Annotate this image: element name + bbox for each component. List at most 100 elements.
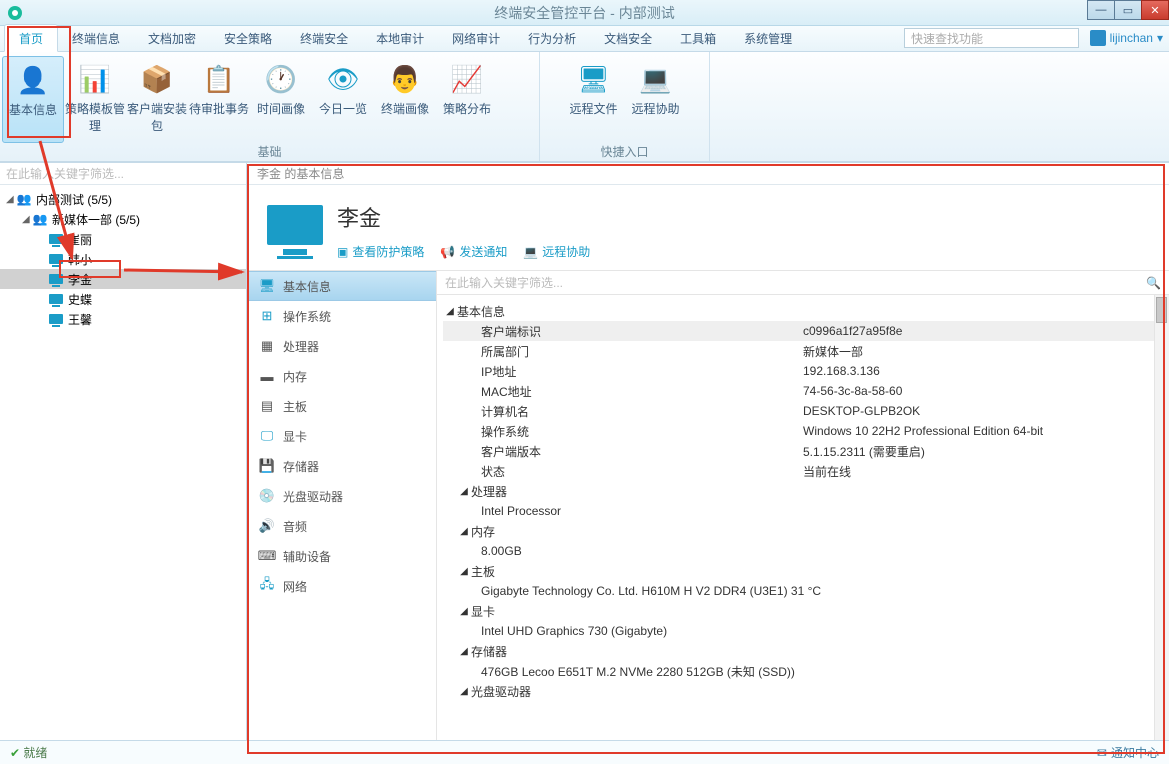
info-value: 476GB Lecoo E651T M.2 NVMe 2280 512GB (未… bbox=[443, 661, 1157, 681]
subject-name: 李金 bbox=[337, 201, 1149, 233]
notification-center[interactable]: ✉通知中心 bbox=[1097, 744, 1159, 761]
ribbon-group-caption: 基础 bbox=[0, 143, 539, 161]
ribbon-time-portrait[interactable]: 🕐时间画像 bbox=[250, 56, 312, 143]
tab-terminal-info[interactable]: 终端信息 bbox=[58, 25, 134, 51]
tab-doc-security[interactable]: 文档安全 bbox=[590, 25, 666, 51]
cat-storage[interactable]: 💾存储器 bbox=[247, 451, 436, 481]
info-row[interactable]: 状态当前在线 bbox=[443, 461, 1157, 481]
quick-search-input[interactable]: 快速查找功能 bbox=[904, 28, 1079, 48]
info-row[interactable]: 客户端版本5.1.15.2311 (需要重启) bbox=[443, 441, 1157, 461]
user-menu[interactable]: lijinchan ▾ bbox=[1090, 28, 1163, 48]
minimize-button[interactable]: — bbox=[1087, 0, 1115, 20]
info-value: Gigabyte Technology Co. Ltd. H610M H V2 … bbox=[443, 581, 1157, 601]
cat-network[interactable]: 🖧网络 bbox=[247, 571, 436, 601]
group-gpu[interactable]: ◢显卡 bbox=[443, 601, 1157, 621]
tree-filter-input[interactable]: 在此输入关键字筛选... bbox=[0, 163, 246, 185]
pc-icon bbox=[49, 274, 63, 284]
info-row[interactable]: 计算机名DESKTOP-GLPB2OK bbox=[443, 401, 1157, 421]
pc-icon bbox=[49, 254, 63, 264]
ribbon-remote-assist[interactable]: 💻远程协助 bbox=[625, 56, 687, 143]
tree-member[interactable]: 崔丽 bbox=[0, 229, 246, 249]
ribbon-today-view[interactable]: 👁今日一览 bbox=[312, 56, 374, 143]
user-avatar-icon bbox=[1090, 30, 1106, 46]
close-button[interactable]: ✕ bbox=[1141, 0, 1169, 20]
main-tabs: 首页 终端信息 文档加密 安全策略 终端安全 本地审计 网络审计 行为分析 文档… bbox=[0, 26, 1169, 52]
cat-optical[interactable]: 💿光盘驱动器 bbox=[247, 481, 436, 511]
cat-audio[interactable]: 🔊音频 bbox=[247, 511, 436, 541]
tab-home[interactable]: 首页 bbox=[4, 24, 58, 52]
group-optical[interactable]: ◢光盘驱动器 bbox=[443, 681, 1157, 701]
cpu-icon: ▦ bbox=[259, 339, 275, 353]
gpu-icon: 🖵 bbox=[259, 429, 275, 443]
app-logo-icon bbox=[8, 6, 22, 20]
tree-root[interactable]: ◢内部测试 (5/5) bbox=[0, 189, 246, 209]
ribbon-policy-template[interactable]: 📊策略模板管理 bbox=[64, 56, 126, 143]
tree-member[interactable]: 王馨 bbox=[0, 309, 246, 329]
cat-cpu[interactable]: ▦处理器 bbox=[247, 331, 436, 361]
tree-member[interactable]: 韩小 bbox=[0, 249, 246, 269]
group-basic[interactable]: ◢基本信息 bbox=[443, 301, 1157, 321]
monitor-icon: 💻 bbox=[523, 245, 538, 259]
info-value: 8.00GB bbox=[443, 541, 1157, 561]
package-icon: 📦 bbox=[140, 62, 174, 96]
disc-icon: 💿 bbox=[259, 489, 275, 503]
link-remote-assist[interactable]: 💻远程协助 bbox=[523, 243, 590, 260]
tab-local-audit[interactable]: 本地审计 bbox=[362, 25, 438, 51]
motherboard-icon: ▤ bbox=[259, 399, 275, 413]
cat-gpu[interactable]: 🖵显卡 bbox=[247, 421, 436, 451]
monitor-icon: 🖥 bbox=[259, 279, 275, 293]
pc-icon bbox=[49, 294, 63, 304]
info-row[interactable]: 所属部门新媒体一部 bbox=[443, 341, 1157, 361]
computer-icon bbox=[267, 205, 323, 245]
maximize-button[interactable]: ▭ bbox=[1114, 0, 1142, 20]
info-row[interactable]: IP地址192.168.3.136 bbox=[443, 361, 1157, 381]
ribbon-client-package[interactable]: 📦客户端安装包 bbox=[126, 56, 188, 143]
cat-memory[interactable]: ▬内存 bbox=[247, 361, 436, 391]
group-memory[interactable]: ◢内存 bbox=[443, 521, 1157, 541]
info-row[interactable]: MAC地址74-56-3c-8a-58-60 bbox=[443, 381, 1157, 401]
scrollbar[interactable] bbox=[1154, 295, 1169, 740]
ribbon-basic-info[interactable]: 👤基本信息 bbox=[2, 56, 64, 143]
link-view-policy[interactable]: ▣查看防护策略 bbox=[337, 243, 424, 260]
cat-motherboard[interactable]: ▤主板 bbox=[247, 391, 436, 421]
status-bar: 就绪 ✉通知中心 bbox=[0, 740, 1169, 764]
clock-icon: 🕐 bbox=[264, 62, 298, 96]
tab-security-policy[interactable]: 安全策略 bbox=[210, 25, 286, 51]
remote-assist-icon: 💻 bbox=[639, 62, 673, 96]
tab-network-audit[interactable]: 网络审计 bbox=[438, 25, 514, 51]
cat-basic-info[interactable]: 🖥基本信息 bbox=[247, 271, 436, 301]
tree-member[interactable]: 史蝶 bbox=[0, 289, 246, 309]
tree-dept[interactable]: ◢新媒体一部 (5/5) bbox=[0, 209, 246, 229]
tree-member-selected[interactable]: 李金 bbox=[0, 269, 246, 289]
chart-icon: 📈 bbox=[450, 62, 484, 96]
tab-toolbox[interactable]: 工具箱 bbox=[666, 25, 730, 51]
tab-behavior[interactable]: 行为分析 bbox=[514, 25, 590, 51]
org-tree: ◢内部测试 (5/5) ◢新媒体一部 (5/5) 崔丽 韩小 李金 史蝶 王馨 bbox=[0, 185, 246, 740]
remote-file-icon: 🖥 bbox=[577, 62, 611, 96]
cat-peripheral[interactable]: ⌨辅助设备 bbox=[247, 541, 436, 571]
group-cpu[interactable]: ◢处理器 bbox=[443, 481, 1157, 501]
scroll-thumb[interactable] bbox=[1156, 297, 1167, 323]
eye-icon: 👁 bbox=[326, 62, 360, 96]
group-storage[interactable]: ◢存储器 bbox=[443, 641, 1157, 661]
group-icon bbox=[16, 192, 32, 206]
ribbon-terminal-portrait[interactable]: 👨终端画像 bbox=[374, 56, 436, 143]
subject-header: 李金 ▣查看防护策略 📢发送通知 💻远程协助 bbox=[247, 185, 1169, 271]
tab-doc-encrypt[interactable]: 文档加密 bbox=[134, 25, 210, 51]
info-row[interactable]: 客户端标识c0996a1f27a95f8e bbox=[443, 321, 1157, 341]
search-icon: 🔍 bbox=[1146, 276, 1161, 290]
info-row[interactable]: 操作系统Windows 10 22H2 Professional Edition… bbox=[443, 421, 1157, 441]
link-send-notice[interactable]: 📢发送通知 bbox=[440, 243, 507, 260]
tab-terminal-security[interactable]: 终端安全 bbox=[286, 25, 362, 51]
windows-icon: ⊞ bbox=[259, 309, 275, 323]
ribbon-pending-approval[interactable]: 📋待审批事务 bbox=[188, 56, 250, 143]
ribbon-remote-file[interactable]: 🖥远程文件 bbox=[563, 56, 625, 143]
group-motherboard[interactable]: ◢主板 bbox=[443, 561, 1157, 581]
info-filter-input[interactable]: 在此输入关键字筛选...🔍 bbox=[437, 271, 1169, 295]
tab-system-mgmt[interactable]: 系统管理 bbox=[730, 25, 806, 51]
title-bar: 终端安全管控平台 - 内部测试 — ▭ ✕ bbox=[0, 0, 1169, 26]
pc-icon bbox=[49, 314, 63, 324]
ribbon: 👤基本信息 📊策略模板管理 📦客户端安装包 📋待审批事务 🕐时间画像 👁今日一览… bbox=[0, 52, 1169, 162]
cat-os[interactable]: ⊞操作系统 bbox=[247, 301, 436, 331]
ribbon-policy-distribution[interactable]: 📈策略分布 bbox=[436, 56, 498, 143]
